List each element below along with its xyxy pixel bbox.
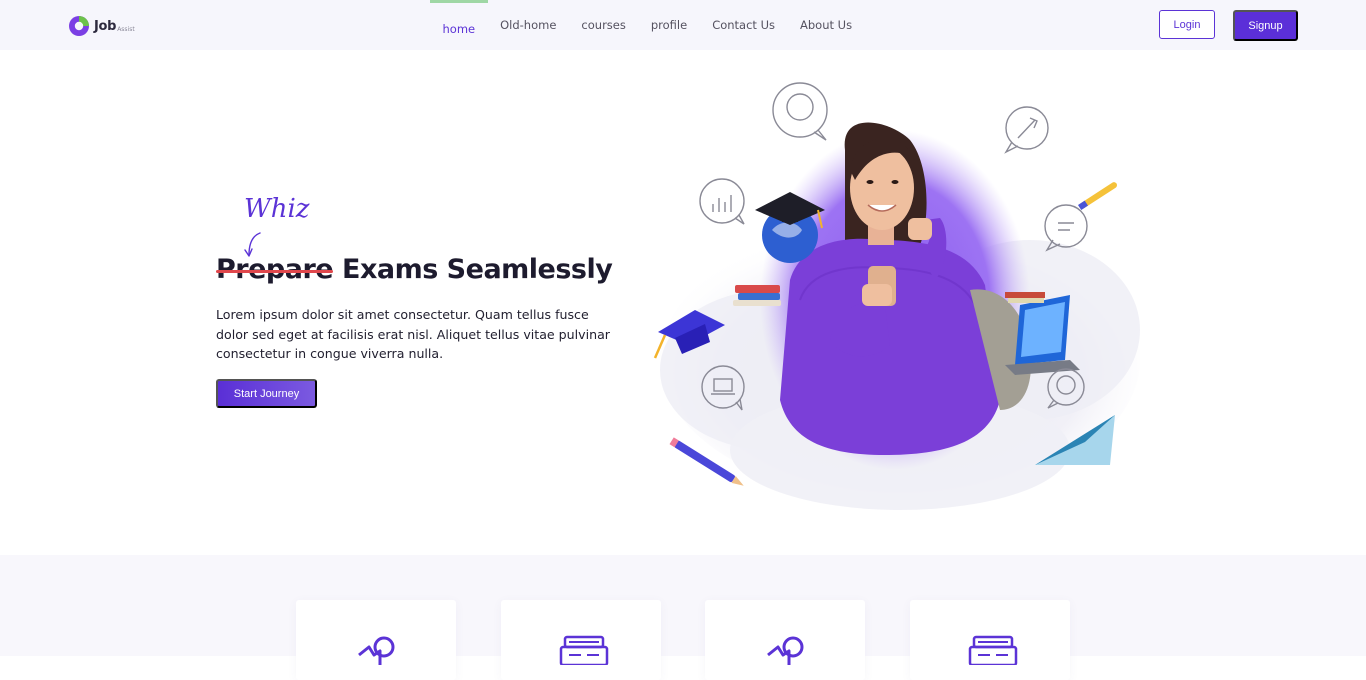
brand-tagline: Assist	[117, 26, 135, 33]
rocket-bubble-icon	[1004, 106, 1049, 154]
signup-button[interactable]: Signup	[1233, 10, 1298, 41]
chat-bubble-icon	[1044, 204, 1088, 252]
brand-logo[interactable]: Job Assist	[68, 14, 135, 38]
hero-headline: Prepare Exams Seamlessly	[216, 254, 613, 285]
start-journey-button[interactable]: Start Journey	[216, 379, 317, 408]
feature-card[interactable]	[705, 600, 865, 680]
nav-profile[interactable]: profile	[638, 0, 699, 50]
globe-bubble-icon	[772, 82, 828, 141]
nav-about-us[interactable]: About Us	[788, 0, 865, 50]
headline-struck-word: Prepare	[216, 254, 334, 285]
medal-icon	[767, 636, 804, 665]
headline-rest: Exams Seamlessly	[342, 254, 613, 285]
nav-courses[interactable]: courses	[569, 0, 638, 50]
books-stack-icon	[733, 285, 781, 306]
nav-home[interactable]: home	[430, 0, 488, 54]
medal-icon	[358, 636, 395, 665]
nav-old-home[interactable]: Old-home	[488, 0, 569, 50]
feature-card[interactable]	[910, 600, 1070, 680]
feature-card[interactable]	[501, 600, 661, 680]
pen-icon	[1078, 182, 1118, 211]
books-icon	[559, 635, 609, 665]
main-nav: home Old-home courses profile Contact Us…	[430, 0, 865, 50]
login-button[interactable]: Login	[1159, 10, 1215, 39]
logo-icon	[69, 16, 89, 36]
features-section	[0, 555, 1366, 680]
nav-contact-us[interactable]: Contact Us	[700, 0, 788, 50]
feature-card[interactable]	[296, 600, 456, 680]
hero-illustration	[653, 82, 1140, 510]
brand-name: Job	[94, 18, 117, 34]
hero-description: Lorem ipsum dolor sit amet consectetur. …	[216, 307, 610, 361]
books-icon	[968, 635, 1018, 665]
navbar: Job Assist home Old-home courses profile…	[0, 0, 1366, 50]
hero-annotation: Whiz	[244, 194, 310, 224]
chart-bubble-icon	[699, 178, 745, 225]
